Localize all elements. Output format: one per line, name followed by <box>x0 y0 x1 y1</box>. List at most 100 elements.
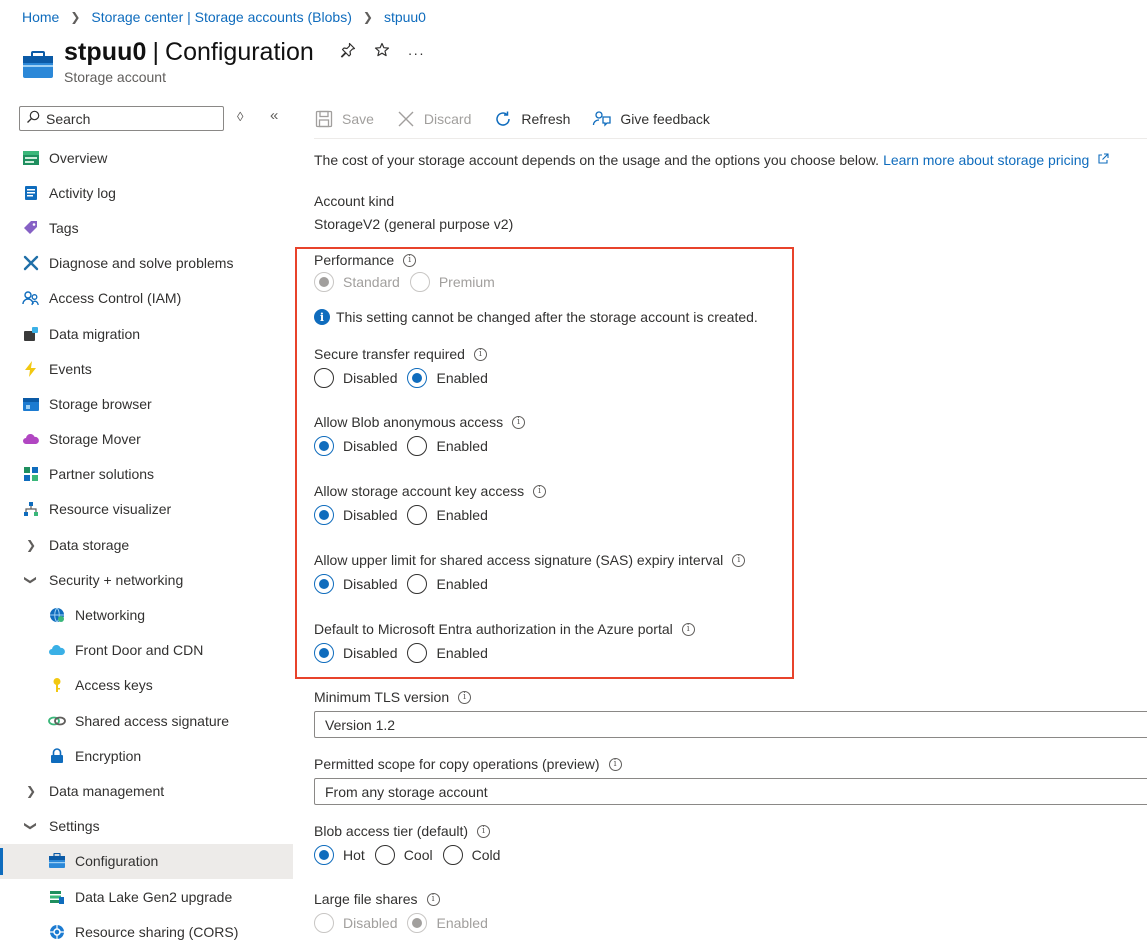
feedback-icon <box>592 109 612 129</box>
sas-expiry-disabled-radio[interactable]: Disabled <box>314 574 397 594</box>
tier-hot-radio[interactable]: Hot <box>314 845 365 865</box>
access-tier-label: Blob access tier (default) <box>314 823 469 839</box>
radio-label: Enabled <box>436 645 488 661</box>
sidebar-item-tags[interactable]: Tags <box>0 210 293 245</box>
sidebar-item-label: Diagnose and solve problems <box>49 255 234 272</box>
sidebar-item-front-door[interactable]: Front Door and CDN <box>0 633 293 668</box>
copy-scope-dropdown[interactable]: From any storage account <box>314 778 1147 805</box>
sidebar-item-storage-mover[interactable]: Storage Mover <box>0 422 293 457</box>
pin-icon[interactable] <box>340 42 356 63</box>
entra-auth-label: Default to Microsoft Entra authorization… <box>314 621 673 637</box>
page-title-resource: stpuu0 <box>64 38 147 66</box>
discard-button[interactable]: Discard <box>396 109 471 129</box>
info-icon[interactable]: i <box>403 253 417 267</box>
refresh-label: Refresh <box>521 111 571 127</box>
activity-log-icon <box>22 184 40 202</box>
sidebar-item-overview[interactable]: Overview <box>0 140 293 175</box>
sidebar-item-events[interactable]: Events <box>0 351 293 386</box>
tier-cold-radio[interactable]: Cold <box>442 845 500 865</box>
sas-expiry-group: Allow upper limit for shared access sign… <box>314 552 746 594</box>
info-icon[interactable]: i <box>512 415 526 429</box>
key-access-enabled-radio[interactable]: Enabled <box>407 505 488 525</box>
blob-anonymous-disabled-radio[interactable]: Disabled <box>314 436 397 456</box>
filter-icon[interactable]: ◊ <box>237 109 243 124</box>
sidebar-item-data-migration[interactable]: Data migration <box>0 316 293 351</box>
sidebar-item-storage-browser[interactable]: Storage browser <box>0 386 293 421</box>
sidebar-group-data-storage[interactable]: ❯ Data storage <box>0 527 293 562</box>
sidebar-item-label: Configuration <box>75 853 159 870</box>
sidebar-item-label: Storage Mover <box>49 431 141 448</box>
info-icon[interactable]: i <box>608 757 622 771</box>
breadcrumb-home[interactable]: Home <box>22 9 59 25</box>
storage-pricing-link[interactable]: Learn more about storage pricing <box>883 152 1109 168</box>
info-icon[interactable]: i <box>458 690 472 704</box>
sas-expiry-enabled-radio[interactable]: Enabled <box>407 574 488 594</box>
key-access-label: Allow storage account key access <box>314 483 525 499</box>
info-icon[interactable]: i <box>732 553 746 567</box>
sidebar-group-security-networking[interactable]: ❯ Security + networking <box>0 562 293 597</box>
sidebar-item-label: Storage browser <box>49 395 152 412</box>
feedback-button[interactable]: Give feedback <box>592 109 710 129</box>
entra-auth-enabled-radio[interactable]: Enabled <box>407 643 488 663</box>
resource-type-label: Storage account <box>64 69 166 85</box>
sidebar-item-activity-log[interactable]: Activity log <box>0 175 293 210</box>
more-icon[interactable]: ··· <box>408 45 425 61</box>
sidebar-item-configuration[interactable]: Configuration <box>0 843 293 879</box>
sidebar-search-input[interactable]: Search <box>19 106 224 131</box>
info-icon[interactable]: i <box>473 347 487 361</box>
search-icon <box>26 110 40 127</box>
sidebar-group-settings[interactable]: ❯ Settings <box>0 809 293 844</box>
breadcrumb-storage-center[interactable]: Storage center | Storage accounts (Blobs… <box>91 9 351 25</box>
entra-auth-disabled-radio[interactable]: Disabled <box>314 643 397 663</box>
performance-standard-radio[interactable]: Standard <box>314 272 400 292</box>
sidebar-item-networking[interactable]: Networking <box>0 597 293 632</box>
intro-text: The cost of your storage account depends… <box>314 152 880 168</box>
migration-icon <box>22 325 40 343</box>
info-icon[interactable]: i <box>533 484 547 498</box>
breadcrumb-account[interactable]: stpuu0 <box>384 9 426 25</box>
sidebar-item-access-keys[interactable]: Access keys <box>0 668 293 703</box>
sidebar-item-label: Front Door and CDN <box>75 642 204 659</box>
sidebar-item-partner-solutions[interactable]: Partner solutions <box>0 457 293 492</box>
sidebar-nav: Overview Activity log Tags Diagnose and … <box>0 140 293 949</box>
sidebar-item-encryption[interactable]: Encryption <box>0 738 293 773</box>
chevron-right-icon: ❯ <box>70 10 81 24</box>
toolbar-divider <box>314 138 1147 139</box>
info-icon[interactable]: i <box>477 824 491 838</box>
breadcrumb: Home ❯ Storage center | Storage accounts… <box>22 9 426 25</box>
close-icon <box>396 109 416 129</box>
tls-version-dropdown[interactable]: Version 1.2 <box>314 711 1147 738</box>
refresh-button[interactable]: Refresh <box>493 109 570 129</box>
performance-premium-radio[interactable]: Premium <box>409 272 495 292</box>
performance-notice: i This setting cannot be changed after t… <box>314 309 758 325</box>
key-access-disabled-radio[interactable]: Disabled <box>314 505 397 525</box>
save-button[interactable]: Save <box>314 109 374 129</box>
sidebar-item-label: Activity log <box>49 184 116 201</box>
tier-cool-radio[interactable]: Cool <box>374 845 433 865</box>
sidebar-item-data-lake-upgrade[interactable]: Data Lake Gen2 upgrade <box>0 879 293 914</box>
radio-label: Enabled <box>436 576 488 592</box>
sidebar-item-label: Networking <box>75 607 146 624</box>
collapse-icon[interactable]: « <box>270 107 278 124</box>
external-link-icon <box>1098 153 1109 164</box>
info-icon[interactable]: i <box>426 892 440 906</box>
globe-icon <box>48 606 66 624</box>
large-file-enabled-radio[interactable]: Enabled <box>407 913 488 933</box>
key-icon <box>48 676 66 694</box>
secure-transfer-disabled-radio[interactable]: Disabled <box>314 368 397 388</box>
star-icon[interactable] <box>374 42 390 63</box>
sidebar-item-diagnose[interactable]: Diagnose and solve problems <box>0 246 293 281</box>
sidebar-group-data-management[interactable]: ❯ Data management <box>0 773 293 808</box>
sidebar-item-resource-visualizer[interactable]: Resource visualizer <box>0 492 293 527</box>
large-file-disabled-radio[interactable]: Disabled <box>314 913 397 933</box>
sidebar-item-cors[interactable]: Resource sharing (CORS) <box>0 914 293 949</box>
blob-anonymous-enabled-radio[interactable]: Enabled <box>407 436 488 456</box>
sidebar-item-sas[interactable]: Shared access signature <box>0 703 293 738</box>
secure-transfer-enabled-radio[interactable]: Enabled <box>407 368 488 388</box>
sidebar-item-iam[interactable]: Access Control (IAM) <box>0 281 293 316</box>
info-icon[interactable]: i <box>681 622 695 636</box>
radio-label: Disabled <box>343 370 398 386</box>
sidebar-item-label: Access keys <box>75 677 153 694</box>
large-file-shares-label: Large file shares <box>314 891 418 907</box>
sidebar-item-label: Settings <box>49 818 100 835</box>
